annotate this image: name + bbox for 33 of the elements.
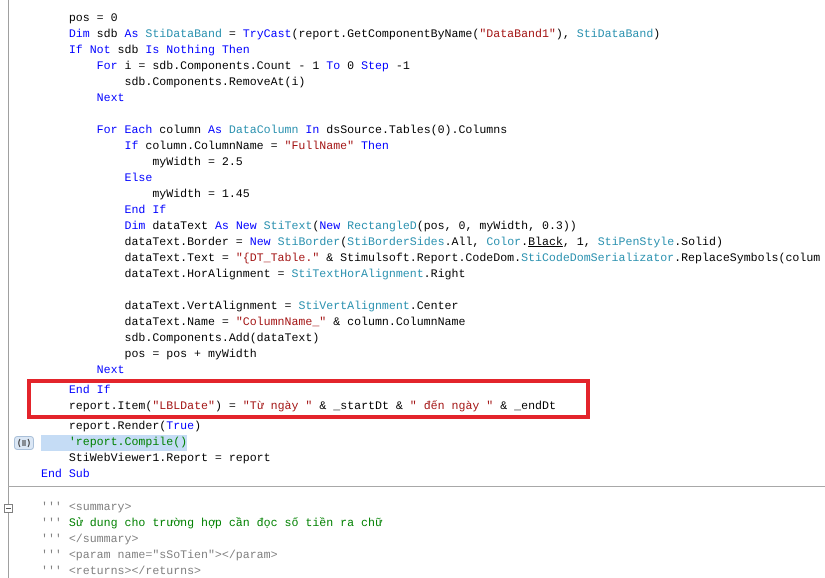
code-line: For i = sdb.Components.Count - 1 To 0 Step -1 xyxy=(96,59,410,75)
code-line: dataText.Border = New StiBorder(StiBorderSides.All, Color.Black, 1, StiPenStyle.Solid) xyxy=(123,235,723,251)
code-line: ''' </summary> xyxy=(41,532,138,548)
code-line: End If xyxy=(123,203,166,219)
code-line: StiWebViewer1.Report = report xyxy=(68,451,271,467)
code-line: sdb.Components.RemoveAt(i) xyxy=(123,75,306,91)
code-line: Next xyxy=(96,91,124,107)
code-line: report.Render(True) xyxy=(68,419,202,435)
code-line: Dim dataText As New StiText(New RectangleD(pos, 0, myWidth, 0.3)) xyxy=(123,219,577,235)
code-line: If column.ColumnName = "FullName" Then xyxy=(123,139,389,155)
code-line: Else xyxy=(123,171,152,187)
code-line: ''' <returns></returns> xyxy=(41,564,202,578)
code-line: End If xyxy=(68,383,111,399)
code-line: dataText.HorAlignment = StiTextHorAlignment.Right xyxy=(123,267,466,283)
code-line: For Each column As DataColumn In dsSource.Tables(0).Columns xyxy=(96,123,508,139)
code-line: myWidth = 1.45 xyxy=(151,187,250,203)
smart-tag-icon[interactable] xyxy=(14,436,34,450)
code-line: dataText.Name = "ColumnName_" & column.ColumnName xyxy=(123,315,466,331)
code-line: pos = pos + myWidth xyxy=(123,347,257,363)
code-line: sdb.Components.Add(dataText) xyxy=(123,331,320,347)
code-line: If Not sdb Is Nothing Then xyxy=(68,43,250,59)
code-line: report.Item("LBLDate") = "Từ ngày " & _startDt & " đến ngày " & _endDt xyxy=(68,399,556,415)
code-line: dataText.VertAlignment = StiVertAlignment.Center xyxy=(123,299,458,315)
code-line: ''' Sử dung cho trường hợp cần đọc số tiền ra chữ xyxy=(41,516,382,532)
code-line: Dim sdb As StiDataBand = TryCast(report.GetComponentByName("DataBand1"), StiDataBand) xyxy=(68,27,660,43)
code-line: ''' <param name="sSoTien"></param> xyxy=(41,548,278,564)
code-line: dataText.Text = "{DT_Table." & Stimulsoft.Report.CodeDom.StiCodeDomSerializator.ReplaceSymbols(colum xyxy=(123,251,820,267)
code-line: Next xyxy=(96,363,124,379)
collapse-icon[interactable] xyxy=(4,504,13,513)
code-line: ''' <summary> xyxy=(41,500,132,516)
code-line: pos = 0 xyxy=(68,11,118,27)
code-line: End Sub xyxy=(41,467,90,483)
code-line: myWidth = 2.5 xyxy=(151,155,243,171)
